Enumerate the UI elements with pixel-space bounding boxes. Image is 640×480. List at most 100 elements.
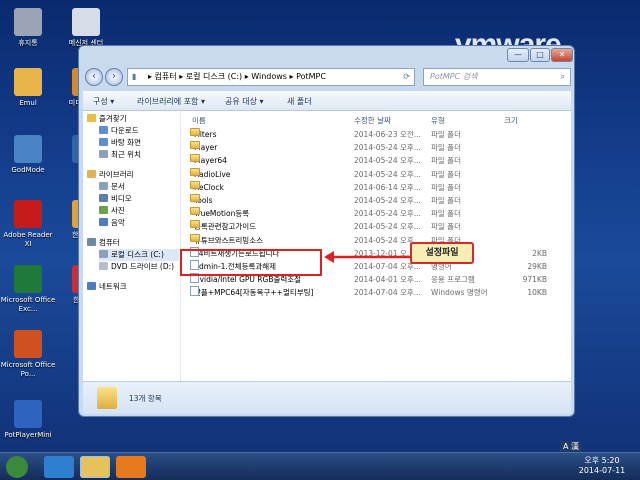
- start-button[interactable]: [6, 456, 28, 478]
- desktop-icon-label: Microsoft Office Exc...: [0, 296, 56, 313]
- file-type: 파일 폴더: [431, 169, 461, 179]
- desktop-icon[interactable]: Emul: [0, 68, 56, 108]
- explorer-window[interactable]: — □ ✕ ‹ › ▮ ▸ 컴퓨터 ▸ 로컬 디스크 (C:) ▸ Window…: [78, 45, 575, 417]
- folder-icon: [190, 194, 200, 202]
- desktop-icon-label: PotPlayerMini: [4, 431, 52, 439]
- desktop-icon-label: Microsoft Office Po...: [0, 361, 56, 378]
- maximize-button[interactable]: □: [530, 48, 550, 62]
- column-name[interactable]: 이름: [192, 115, 206, 126]
- sidebar-item[interactable]: 컴퓨터: [87, 237, 120, 249]
- sidebar-item[interactable]: DVD 드라이브 (D:): [99, 261, 174, 273]
- sidebar-icon: [87, 114, 96, 122]
- taskbar: A 漢 오후 5:20 2014-07-11: [0, 441, 640, 480]
- file-row[interactable]: 팟플+MPC64[자동복구++멀티부팅] 2014-07-04 오후... Wind…: [182, 286, 571, 299]
- desktop-icon[interactable]: 메신저 센터: [58, 8, 114, 48]
- language-indicator[interactable]: A 漢: [560, 441, 583, 452]
- sidebar-item[interactable]: 다운로드: [99, 125, 139, 137]
- file-name: 팟플+MPC64[자동복구++멀티부팅]: [190, 286, 313, 299]
- sidebar-item[interactable]: 문서: [99, 181, 125, 193]
- file-name: Player: [190, 141, 217, 154]
- file-row[interactable]: Tools 2014-05-24 오후... 파일 폴더: [182, 194, 571, 207]
- folder-icon: [190, 220, 200, 229]
- app-icon: [14, 135, 42, 163]
- desktop-icon[interactable]: Microsoft Office Exc...: [0, 265, 56, 314]
- desktop-icon[interactable]: Microsoft Office Po...: [0, 330, 56, 379]
- clock[interactable]: 오후 5:20 2014-07-11: [572, 456, 632, 476]
- column-size[interactable]: 크기: [504, 115, 518, 126]
- file-size: 29KB: [527, 262, 547, 271]
- sidebar-item[interactable]: 로컬 디스크 (C:): [99, 249, 179, 261]
- breadcrumb-item[interactable]: ▸ 로컬 디스크 (C:): [179, 72, 245, 81]
- app-icon: [14, 265, 42, 293]
- file-type: 파일 폴더: [431, 156, 461, 166]
- file-date: 2014-05-24 오후...: [354, 169, 421, 179]
- desktop-icon[interactable]: Adobe Reader XI: [0, 200, 56, 249]
- file-row[interactable]: TrueMotion등록 2014-05-24 오후... 파일 폴더: [182, 207, 571, 220]
- sidebar-item[interactable]: 네트워크: [87, 281, 127, 293]
- sidebar-item-label: 다운로드: [111, 126, 139, 135]
- ie-icon[interactable]: [44, 456, 74, 478]
- desktop-icon-label: GodMode: [11, 166, 45, 174]
- sidebar-item-label: 최근 위치: [111, 150, 141, 159]
- breadcrumb[interactable]: ▸ 컴퓨터 ▸ 로컬 디스크 (C:) ▸ Windows ▸ PotMPC: [148, 72, 326, 81]
- sidebar-item-label: 로컬 디스크 (C:): [111, 250, 164, 259]
- file-type: Windows 명령어: [431, 288, 488, 298]
- new-folder-button[interactable]: 새 폴더: [287, 96, 312, 107]
- file-name: TrueMotion등록: [190, 207, 249, 220]
- file-row[interactable]: 등록관련참고가이드 2014-05-24 오후... 파일 폴더: [182, 220, 571, 233]
- file-date: 2014-05-24 오후...: [354, 222, 421, 232]
- forward-button[interactable]: ›: [105, 68, 123, 86]
- breadcrumb-item[interactable]: ▸ PotMPC: [290, 72, 326, 81]
- breadcrumb-item[interactable]: ▸ Windows: [245, 72, 290, 81]
- include-in-library-button[interactable]: 라이브러리에 포함 ▾: [137, 96, 205, 107]
- explorer-icon[interactable]: [80, 456, 110, 478]
- close-button[interactable]: ✕: [551, 48, 573, 62]
- sidebar-item[interactable]: 즐겨찾기: [87, 113, 127, 125]
- sidebar-item[interactable]: 최근 위치: [99, 149, 141, 161]
- app-icon: [14, 330, 42, 358]
- organize-button[interactable]: 구성 ▾: [93, 96, 114, 107]
- share-with-button[interactable]: 공유 대상 ▾: [225, 96, 264, 107]
- sidebar-icon: [99, 138, 108, 146]
- file-row[interactable]: RadioLive 2014-05-24 오후... 파일 폴더: [182, 167, 571, 181]
- status-bar: 13개 항목: [83, 381, 571, 414]
- file-type: 파일 폴더: [431, 130, 461, 139]
- desktop-icon[interactable]: 휴지통: [0, 8, 56, 48]
- folder-icon: ▮: [132, 72, 137, 81]
- file-name: 등록관련참고가이드: [190, 220, 256, 233]
- folder-icon: [190, 128, 200, 136]
- folder-icon: [190, 233, 200, 242]
- sidebar-icon: [87, 238, 96, 246]
- sidebar-item[interactable]: 음악: [99, 217, 125, 229]
- file-icon: [190, 286, 199, 297]
- address-bar[interactable]: ▮ ▸ 컴퓨터 ▸ 로컬 디스크 (C:) ▸ Windows ▸ PotMPC…: [127, 68, 415, 86]
- sidebar-item-label: 사진: [111, 206, 125, 215]
- sidebar-item-label: 음악: [111, 218, 125, 227]
- sidebar-item[interactable]: 라이브러리: [87, 169, 134, 181]
- sidebar-item-label: 비디오: [111, 194, 132, 203]
- breadcrumb-item[interactable]: ▸ 컴퓨터: [148, 72, 179, 81]
- sidebar-icon: [99, 182, 108, 190]
- column-type[interactable]: 유형: [431, 115, 445, 126]
- clock-date: 2014-07-11: [578, 466, 626, 475]
- file-row[interactable]: ReClock 2014-06-14 오후... 파일 폴더: [182, 180, 571, 194]
- search-input[interactable]: PotMPC 검색 ⌕: [423, 68, 571, 86]
- file-row[interactable]: 유튜브와스트리밍소스 2014-05-24 오후... 파일 폴더: [182, 233, 571, 247]
- file-row[interactable]: Player64 2014-05-24 오후... 파일 폴더: [182, 154, 571, 167]
- file-row[interactable]: Filters 2014-06-23 오전... 파일 폴더: [182, 128, 571, 141]
- refresh-icon[interactable]: ⟳: [403, 69, 410, 85]
- file-name: Tools: [190, 194, 212, 207]
- desktop-icon-label: Emul: [19, 99, 37, 107]
- sidebar-item[interactable]: 바탕 화면: [99, 137, 141, 149]
- file-row[interactable]: Player 2014-05-24 오후... 파일 폴더: [182, 141, 571, 154]
- desktop-icon[interactable]: GodMode: [0, 135, 56, 175]
- file-type: 파일 폴더: [431, 143, 461, 153]
- minimize-button[interactable]: —: [507, 48, 529, 62]
- sidebar-item[interactable]: 사진: [99, 205, 125, 217]
- column-date[interactable]: 수정한 날짜: [354, 115, 391, 126]
- back-button[interactable]: ‹: [85, 68, 103, 86]
- desktop-icon[interactable]: PotPlayerMini: [0, 400, 56, 440]
- sidebar-item[interactable]: 비디오: [99, 193, 132, 205]
- file-date: 2014-05-24 오후...: [354, 196, 421, 205]
- potplayer-icon[interactable]: [116, 456, 146, 478]
